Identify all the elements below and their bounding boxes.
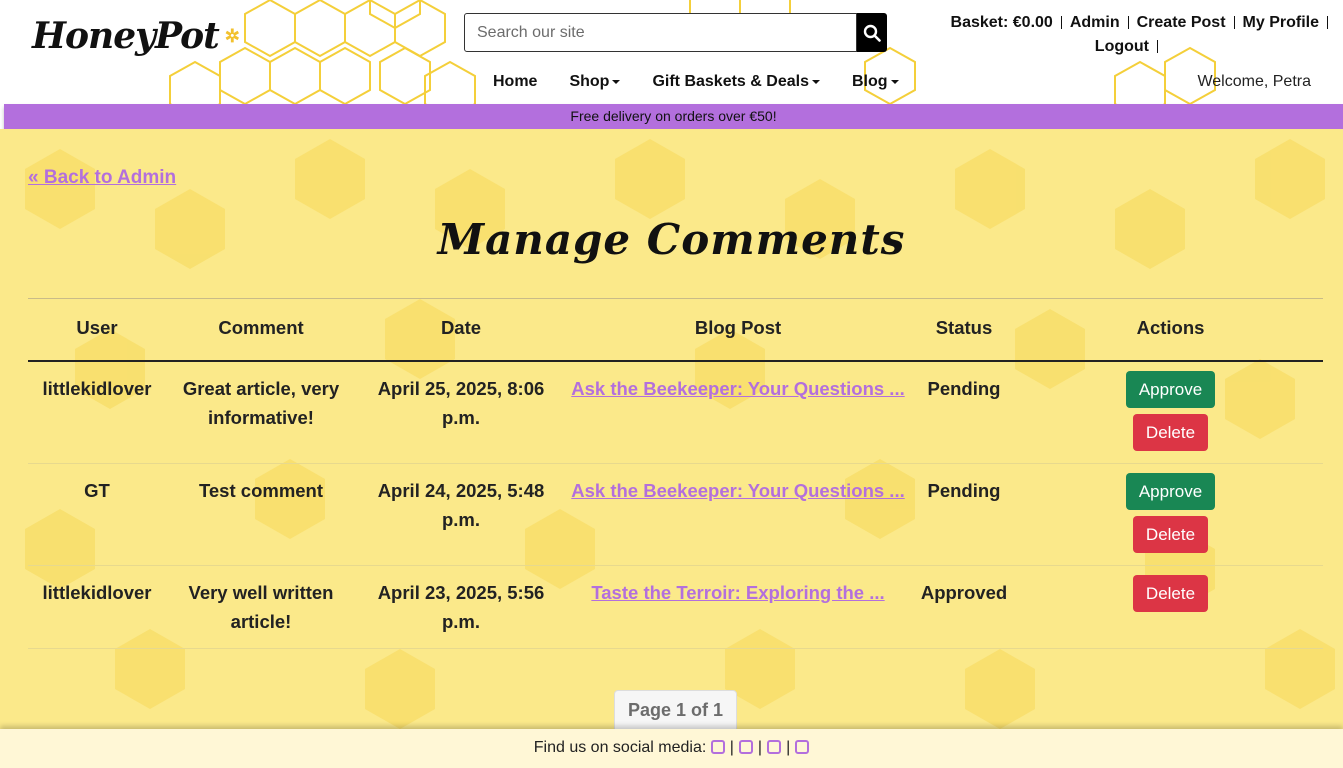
logo-text: HoneyPot (32, 15, 220, 57)
chevron-down-icon (612, 79, 621, 84)
instagram-icon[interactable] (795, 740, 810, 754)
logout-link[interactable]: Logout (1087, 39, 1158, 55)
row-actions: Approve Delete (1022, 371, 1319, 451)
cell-status: Pending (910, 463, 1018, 566)
admin-link[interactable]: Admin (1062, 15, 1129, 31)
search-button[interactable] (857, 13, 887, 52)
separator: | (757, 739, 763, 756)
cell-date: April 24, 2025, 5:48 p.m. (356, 463, 566, 566)
comments-table: User Comment Date Blog Post Status Actio… (28, 317, 1323, 649)
back-to-admin-link[interactable]: « Back to Admin (28, 167, 176, 189)
main-nav: Home Shop Gift Baskets & Deals Blog (493, 73, 899, 91)
nav-gift-baskets[interactable]: Gift Baskets & Deals (652, 73, 820, 91)
site-logo[interactable]: HoneyPot ✲ (32, 6, 240, 66)
nav-home[interactable]: Home (493, 73, 537, 91)
row-actions: Approve Delete (1022, 473, 1319, 553)
cell-status: Pending (910, 361, 1018, 464)
basket-link[interactable]: Basket: €0.00 (943, 15, 1062, 31)
cell-comment: Great article, very informative! (166, 361, 356, 464)
chevron-down-icon (811, 79, 820, 84)
account-nav-row: Logout (916, 34, 1328, 58)
separator: | (729, 739, 734, 756)
account-nav: Basket: €0.00 Admin Create Post My Profi… (916, 10, 1328, 58)
cell-date: April 23, 2025, 5:56 p.m. (356, 565, 566, 649)
cell-user: littlekidlover (28, 361, 166, 464)
table-row: littlekidlover Great article, very infor… (28, 361, 1323, 464)
page-title: Manage Comments (437, 215, 906, 264)
nav-blog[interactable]: Blog (852, 73, 899, 91)
cell-status: Approved (910, 565, 1018, 649)
column-header-blog-post: Blog Post (566, 317, 910, 362)
cell-date: April 25, 2025, 8:06 p.m. (356, 361, 566, 464)
row-actions: Delete (1022, 575, 1319, 612)
delete-button[interactable]: Delete (1132, 414, 1209, 451)
cell-comment: Test comment (166, 463, 356, 566)
create-post-link[interactable]: Create Post (1129, 15, 1235, 31)
search-input[interactable] (464, 13, 857, 52)
main-content: « Back to Admin Manage Comments User Com… (0, 129, 1343, 729)
cell-blog-post-link[interactable]: Ask the Beekeeper: Your Questions ... (571, 480, 904, 501)
table-row: littlekidlover Very well written article… (28, 565, 1323, 649)
approve-button[interactable]: Approve (1125, 473, 1216, 510)
delete-button[interactable]: Delete (1132, 575, 1209, 612)
cell-blog-post-link[interactable]: Ask the Beekeeper: Your Questions ... (571, 378, 904, 399)
approve-button[interactable]: Approve (1125, 371, 1216, 408)
column-header-status: Status (910, 317, 1018, 362)
site-header: HoneyPot ✲ Basket: €0.00 Admin Create Po… (0, 0, 1343, 104)
promo-banner: Free delivery on orders over €50! (4, 104, 1343, 129)
nav-gift-baskets-label: Gift Baskets & Deals (652, 73, 809, 90)
cell-comment: Very well written article! (166, 565, 356, 649)
separator: | (786, 739, 791, 756)
cell-blog-post-link[interactable]: Taste the Terroir: Exploring the ... (591, 582, 884, 603)
youtube-icon[interactable] (767, 740, 782, 754)
table-header-row: User Comment Date Blog Post Status Actio… (28, 317, 1323, 362)
cell-user: littlekidlover (28, 565, 166, 649)
search-bar (464, 13, 887, 52)
welcome-message: Welcome, Petra (1197, 73, 1311, 90)
column-header-actions: Actions (1018, 317, 1323, 362)
cell-user: GT (28, 463, 166, 566)
nav-shop-label: Shop (569, 73, 610, 90)
divider (28, 298, 1323, 299)
github-icon[interactable] (710, 740, 725, 754)
pagination-indicator: Page 1 of 1 (614, 690, 737, 729)
nav-shop[interactable]: Shop (569, 73, 621, 91)
my-profile-link[interactable]: My Profile (1235, 15, 1328, 31)
nav-blog-label: Blog (851, 73, 888, 90)
column-header-date: Date (356, 317, 566, 362)
column-header-comment: Comment (166, 317, 356, 362)
search-icon (863, 24, 881, 42)
delete-button[interactable]: Delete (1132, 516, 1209, 553)
table-row: GT Test comment April 24, 2025, 5:48 p.m… (28, 463, 1323, 566)
nav-home-label: Home (493, 73, 538, 90)
facebook-icon[interactable] (738, 740, 753, 754)
footer-social-label: Find us on social media: (533, 739, 707, 756)
site-footer: Find us on social media: | | | (0, 729, 1343, 768)
chevron-down-icon (890, 79, 899, 84)
bee-icon: ✲ (224, 25, 240, 47)
column-header-user: User (28, 317, 166, 362)
